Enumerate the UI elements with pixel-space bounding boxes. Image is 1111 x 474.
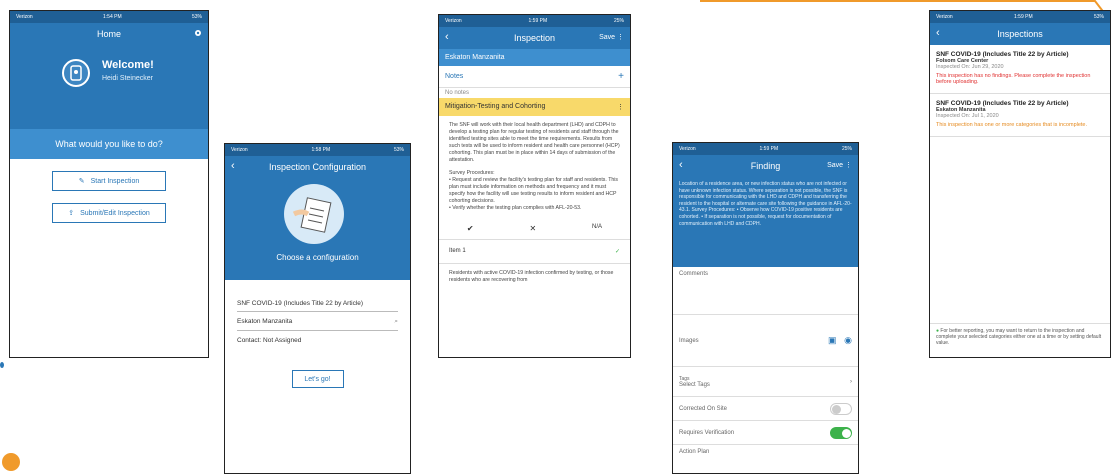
welcome-heading: Welcome! — [102, 59, 154, 71]
requires-verification-row: Requires Verification — [673, 421, 858, 445]
config-navbar: ‹ Inspection Configuration — [225, 156, 410, 178]
list-item[interactable]: Item 1 ✓ — [439, 240, 630, 264]
configuration-select[interactable]: SNF COVID-19 (Includes Title 22 by Artic… — [237, 294, 398, 312]
list-item[interactable]: SNF COVID-19 (Includes Title 22 by Artic… — [930, 94, 1110, 137]
finding-description: Location of a residence area, or new inf… — [673, 177, 858, 267]
corrected-on-site-row: Corrected On Site — [673, 397, 858, 421]
more-icon[interactable]: ⋮ — [617, 103, 624, 111]
section-header[interactable]: Mitigation-Testing and Cohorting ⋮ — [439, 98, 630, 116]
image-icon[interactable]: ▣ — [828, 335, 837, 345]
action-question: What would you like to do? — [10, 129, 208, 159]
notes-header: Notes + — [439, 66, 630, 88]
search-icon: ⌕ — [394, 318, 398, 325]
page-title: Finding — [750, 161, 781, 171]
config-screen: Verizon 1:58 PM 53% ‹ Inspection Configu… — [224, 143, 411, 474]
status-bar: Verizon 1:59 PM 25% — [673, 143, 858, 155]
blue-dot-decoration — [0, 362, 4, 368]
status-bar: Verizon 1:59 PM 25% — [439, 15, 630, 27]
action-plan-field[interactable]: Action Plan — [673, 445, 858, 473]
back-icon[interactable]: ‹ — [445, 31, 449, 43]
inspections-navbar: ‹ Inspections — [930, 23, 1110, 45]
home-navbar: Home — [10, 23, 208, 45]
finding-navbar: ‹ Finding Save ⋮ — [673, 155, 858, 177]
page-title: Home — [96, 29, 121, 39]
back-icon[interactable]: ‹ — [679, 159, 683, 171]
inspections-screen: Verizon 1:59 PM 53% ‹ Inspections SNF CO… — [929, 10, 1111, 358]
submit-edit-inspection-button[interactable]: ⇪ Submit/Edit Inspection — [52, 203, 166, 223]
upload-icon: ⇪ — [68, 210, 75, 217]
requires-verification-toggle[interactable] — [830, 426, 852, 439]
page-title: Inspections — [997, 29, 1043, 39]
user-name: Heidi Steinecker — [102, 75, 153, 82]
list-item[interactable]: SNF COVID-19 (Includes Title 22 by Artic… — [930, 45, 1110, 94]
lets-go-button[interactable]: Let's go! — [291, 370, 344, 388]
save-button[interactable]: Save ⋮ — [827, 161, 852, 169]
reporting-tip: ● For better reporting, you may want to … — [930, 323, 1110, 357]
save-button[interactable]: Save ⋮ — [599, 33, 624, 41]
page-title: Inspection Configuration — [268, 162, 367, 172]
back-icon[interactable]: ‹ — [231, 160, 235, 172]
check-choice-button[interactable]: ✔ — [467, 224, 474, 233]
x-choice-button[interactable]: ✕ — [529, 224, 536, 233]
images-row: Images ▣ ◉ — [673, 315, 858, 367]
user-badge-icon — [62, 59, 90, 87]
comments-field[interactable]: Comments — [673, 267, 858, 315]
orange-dot-decoration — [2, 453, 20, 471]
next-description: Residents with active COVID-19 infection… — [449, 270, 614, 283]
welcome-hero: Welcome! Heidi Steinecker — [10, 45, 208, 129]
gear-icon[interactable] — [194, 29, 202, 39]
status-bar: Verizon 1:58 PM 53% — [225, 144, 410, 156]
choose-heading: Choose a configuration — [276, 253, 359, 262]
edit-icon: ✎ — [78, 178, 85, 185]
inspection-navbar: ‹ Inspection Save ⋮ — [439, 27, 630, 49]
config-hero: Choose a configuration — [225, 178, 410, 280]
home-screen: Verizon 1:54 PM 53% Home Welcome! Heidi … — [9, 10, 209, 358]
finding-choices: ✔ ✕ N/A — [439, 218, 630, 240]
back-icon[interactable]: ‹ — [936, 27, 940, 39]
facility-field[interactable]: Eskaton Manzanita ⌕ — [237, 312, 398, 331]
no-notes-text: No notes — [445, 90, 470, 96]
checklist-illustration — [284, 184, 344, 244]
check-icon: ✓ — [614, 249, 620, 255]
page-title: Inspection — [513, 33, 556, 43]
contact-field: Contact: Not Assigned — [237, 337, 302, 344]
section-description: The SNF will work with their local healt… — [449, 122, 620, 211]
inspection-screen: Verizon 1:59 PM 25% ‹ Inspection Save ⋮ … — [438, 14, 631, 358]
facility-name: Eskaton Manzanita — [439, 49, 630, 66]
status-bar: Verizon 1:54 PM 53% — [10, 11, 208, 23]
start-inspection-button[interactable]: ✎ Start Inspection — [52, 171, 166, 191]
finding-screen: Verizon 1:59 PM 25% ‹ Finding Save ⋮ Loc… — [672, 142, 859, 474]
status-bar: Verizon 1:59 PM 53% — [930, 11, 1110, 23]
na-choice-button[interactable]: N/A — [592, 224, 602, 233]
chevron-right-icon: › — [850, 378, 852, 385]
plus-icon[interactable]: + — [618, 71, 624, 82]
camera-icon[interactable]: ◉ — [844, 335, 852, 345]
tags-row[interactable]: Tags Select Tags › — [673, 367, 858, 397]
corrected-on-site-toggle[interactable] — [830, 402, 852, 415]
